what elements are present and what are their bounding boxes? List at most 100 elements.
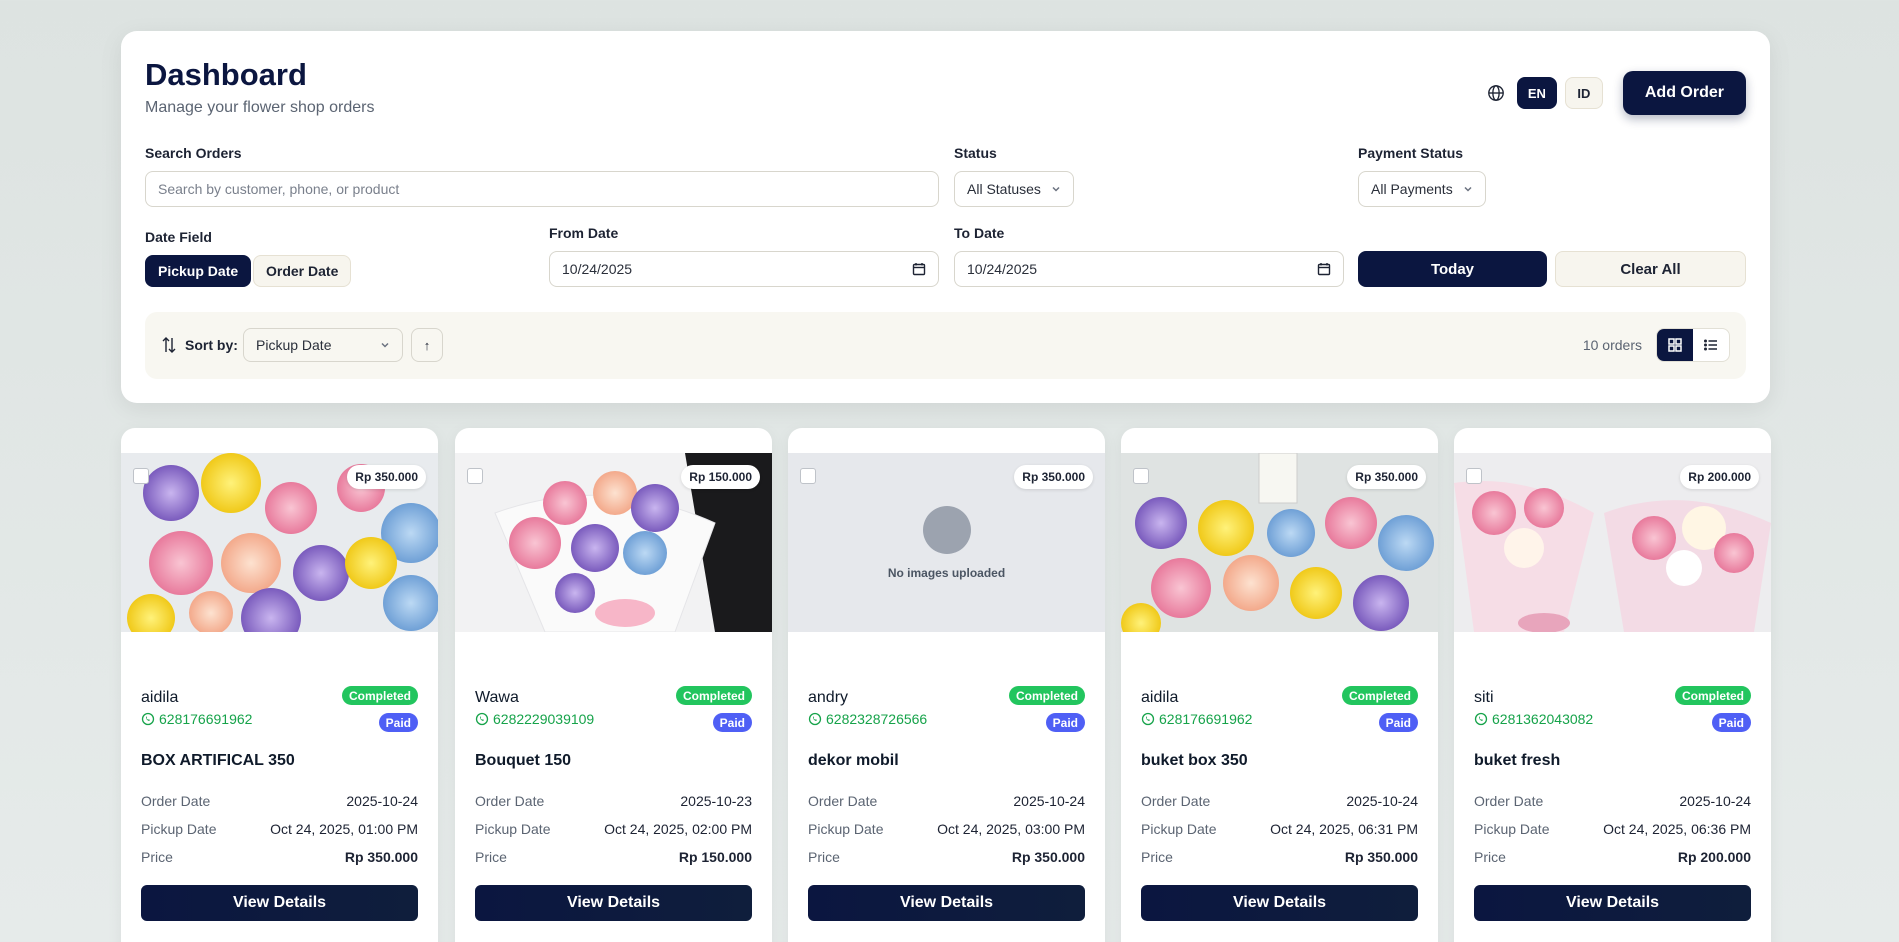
order-card[interactable]: Rp 150.000 Wawa 6282229039109 Completed … [455, 428, 772, 942]
price-tag: Rp 200.000 [1680, 465, 1759, 489]
grid-icon [1668, 338, 1682, 352]
search-input[interactable]: Search by customer, phone, or product [145, 171, 939, 207]
order-date-value: 2025-10-24 [1679, 793, 1751, 809]
select-checkbox[interactable] [800, 468, 816, 484]
customer-phone-number: 628176691962 [159, 711, 253, 727]
sort-select[interactable]: Pickup Date [243, 328, 403, 362]
customer-phone-number: 6282229039109 [493, 711, 595, 727]
order-date-value: 2025-10-24 [346, 793, 418, 809]
price-row: Price Rp 200.000 [1474, 849, 1751, 865]
from-date-label: From Date [549, 225, 619, 241]
order-card[interactable]: Rp 200.000 siti 6281362043082 Completed … [1454, 428, 1771, 942]
whatsapp-icon [475, 712, 489, 726]
customer-phone[interactable]: 628176691962 [1141, 711, 1252, 727]
lang-en-button[interactable]: EN [1516, 77, 1557, 109]
list-icon [1704, 339, 1717, 351]
today-button[interactable]: Today [1358, 251, 1547, 287]
pickup-date-row: Pickup Date Oct 24, 2025, 06:31 PM [1141, 821, 1418, 837]
lang-id-button[interactable]: ID [1564, 77, 1603, 109]
search-label: Search Orders [145, 145, 242, 161]
order-date-row: Order Date 2025-10-24 [1474, 793, 1751, 809]
customer-name: andry [808, 689, 849, 706]
pickup-date-toggle[interactable]: Pickup Date [145, 255, 252, 287]
view-details-button[interactable]: View Details [141, 885, 418, 921]
order-card[interactable]: No images uploaded Rp 350.000 andry 6282… [788, 428, 1105, 942]
price-value: Rp 150.000 [678, 849, 752, 865]
pickup-date-value: Oct 24, 2025, 01:00 PM [270, 821, 418, 837]
price-label: Price [141, 849, 173, 865]
to-date-input[interactable]: 10/24/2025 [954, 251, 1344, 287]
price-row: Price Rp 150.000 [475, 849, 752, 865]
order-date-value: 2025-10-24 [1346, 793, 1418, 809]
price-tag: Rp 350.000 [1347, 465, 1426, 489]
globe-icon [1487, 85, 1504, 101]
pickup-date-row: Pickup Date Oct 24, 2025, 06:36 PM [1474, 821, 1751, 837]
price-label: Price [1474, 849, 1506, 865]
whatsapp-icon [141, 712, 155, 726]
customer-name: aidila [141, 689, 179, 706]
from-date-value: 10/24/2025 [562, 261, 633, 277]
view-details-button[interactable]: View Details [808, 885, 1085, 921]
whatsapp-icon [1474, 712, 1488, 726]
customer-phone[interactable]: 628176691962 [141, 711, 252, 727]
pickup-date-label: Pickup Date [808, 821, 884, 837]
customer-phone[interactable]: 6282328726566 [808, 711, 927, 727]
clear-all-button[interactable]: Clear All [1555, 251, 1746, 287]
order-date-toggle[interactable]: Order Date [253, 255, 352, 287]
header-actions: EN ID Add Order [1487, 71, 1746, 115]
select-checkbox[interactable] [467, 468, 483, 484]
from-date-input[interactable]: 10/24/2025 [549, 251, 939, 287]
sort-label: Sort by: [185, 337, 238, 353]
order-date-row: Order Date 2025-10-24 [1141, 793, 1418, 809]
price-value: Rp 200.000 [1677, 849, 1751, 865]
customer-phone[interactable]: 6281362043082 [1474, 711, 1593, 727]
select-checkbox[interactable] [1133, 468, 1149, 484]
select-checkbox[interactable] [133, 468, 149, 484]
status-badge: Completed [341, 686, 418, 705]
payment-badge: Paid [378, 713, 418, 732]
filter-panel: Dashboard Manage your flower shop orders… [121, 31, 1770, 403]
whatsapp-icon [1141, 712, 1155, 726]
order-date-label: Order Date [141, 793, 211, 809]
select-checkbox[interactable] [1466, 468, 1482, 484]
grid-view-button[interactable] [1657, 329, 1693, 361]
price-value: Rp 350.000 [344, 849, 418, 865]
to-date-label: To Date [954, 225, 1005, 241]
pickup-date-label: Pickup Date [475, 821, 551, 837]
pickup-date-row: Pickup Date Oct 24, 2025, 03:00 PM [808, 821, 1085, 837]
pickup-date-row: Pickup Date Oct 24, 2025, 01:00 PM [141, 821, 418, 837]
status-select[interactable]: All Statuses [954, 171, 1074, 207]
view-details-button[interactable]: View Details [475, 885, 752, 921]
customer-phone[interactable]: 6282229039109 [475, 711, 594, 727]
view-details-button[interactable]: View Details [1474, 885, 1751, 921]
chevron-down-icon [381, 342, 389, 348]
order-date-label: Order Date [1141, 793, 1211, 809]
price-label: Price [475, 849, 507, 865]
sort-select-value: Pickup Date [256, 337, 332, 353]
page-subtitle: Manage your flower shop orders [145, 99, 375, 116]
order-card[interactable]: Rp 350.000 aidila 628176691962 Completed… [1121, 428, 1438, 942]
customer-phone-number: 6281362043082 [1492, 711, 1594, 727]
order-date-value: 2025-10-23 [680, 793, 752, 809]
payment-label: Payment Status [1358, 145, 1464, 161]
pickup-date-row: Pickup Date Oct 24, 2025, 02:00 PM [475, 821, 752, 837]
calendar-icon [912, 263, 926, 276]
order-date-row: Order Date 2025-10-24 [808, 793, 1085, 809]
to-date-value: 10/24/2025 [967, 261, 1038, 277]
list-view-button[interactable] [1693, 329, 1729, 361]
payment-select-value: All Payments [1371, 181, 1453, 197]
page-title: Dashboard [145, 57, 307, 92]
price-value: Rp 350.000 [1344, 849, 1418, 865]
payment-badge: Paid [712, 713, 752, 732]
price-row: Price Rp 350.000 [1141, 849, 1418, 865]
order-card[interactable]: Rp 350.000 aidila 628176691962 Completed… [121, 428, 438, 942]
price-tag: Rp 350.000 [347, 465, 426, 489]
add-order-button[interactable]: Add Order [1622, 71, 1746, 115]
payment-badge: Paid [1711, 713, 1751, 732]
view-details-button[interactable]: View Details [1141, 885, 1418, 921]
price-tag: Rp 350.000 [1014, 465, 1093, 489]
whatsapp-icon [808, 712, 822, 726]
order-date-value: 2025-10-24 [1013, 793, 1085, 809]
payment-select[interactable]: All Payments [1358, 171, 1486, 207]
sort-direction-button[interactable]: ↑ [411, 328, 443, 362]
